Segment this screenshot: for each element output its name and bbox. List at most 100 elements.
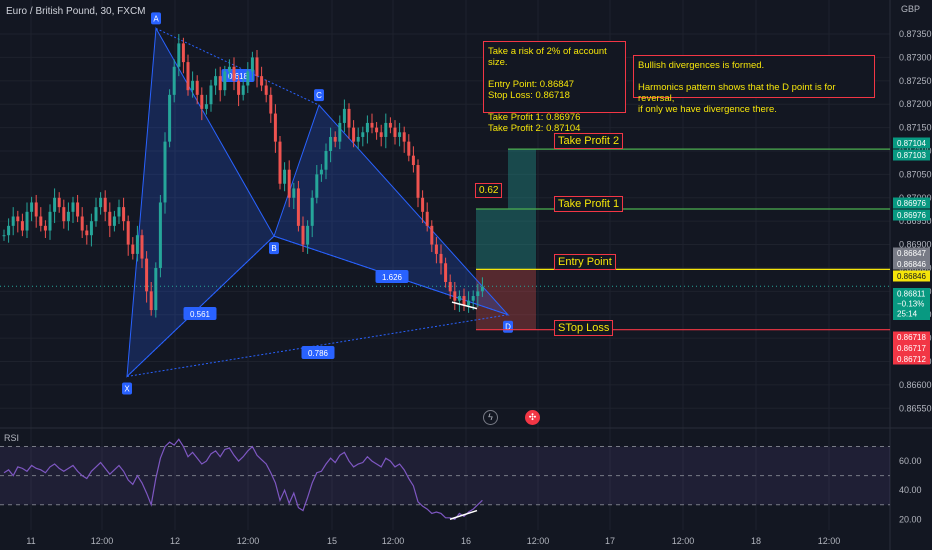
- candle-body: [434, 244, 438, 254]
- candle-body: [57, 197, 61, 208]
- candle-body: [347, 108, 351, 128]
- rsi-tick-label: 20.00: [899, 514, 922, 524]
- time-tick-label: 12:00: [237, 536, 260, 546]
- candle-body: [85, 230, 89, 236]
- price-badge-text: 0.86846: [897, 260, 926, 269]
- risk-note[interactable]: Take a risk of 2% of account size. Entry…: [483, 41, 626, 134]
- candle-body: [292, 188, 296, 198]
- price-badge-text: 0.86976: [897, 211, 926, 220]
- candle-body: [246, 71, 250, 86]
- price-tick-label: 0.87350: [899, 29, 932, 39]
- time-axis[interactable]: 11 12:00 12 12:00 15 12:00 16 12:00 17 12:00 18 12:…: [26, 536, 840, 546]
- price-badge-text: 0.86718: [897, 333, 926, 342]
- candle-body: [200, 94, 204, 109]
- candle-body: [338, 122, 342, 142]
- time-tick-label: 12:00: [91, 536, 114, 546]
- candle-body: [430, 225, 434, 245]
- pattern-point-label: A: [153, 14, 159, 23]
- price-tick-label: 0.87200: [899, 99, 932, 109]
- candle-body: [319, 169, 323, 175]
- candle-body: [108, 211, 112, 226]
- candle-body: [255, 57, 259, 77]
- candle-body: [195, 80, 199, 95]
- candle-body: [11, 216, 15, 226]
- flag-icon[interactable]: ✣: [525, 410, 540, 425]
- candle-body: [168, 94, 172, 142]
- candle-body: [25, 211, 29, 231]
- candle-body: [53, 197, 57, 212]
- candle-body: [177, 43, 181, 67]
- candle-body: [310, 197, 314, 226]
- candle-body: [370, 122, 374, 128]
- lightning-icon[interactable]: ϟ: [483, 410, 498, 425]
- candle-body: [80, 216, 84, 231]
- candle-body: [7, 225, 11, 236]
- candle-body: [352, 127, 356, 142]
- candle-body: [154, 267, 158, 311]
- price-badge-text: −0.13%: [897, 300, 924, 309]
- price-tick-label: 0.87300: [899, 52, 932, 62]
- candle-body: [163, 141, 167, 203]
- candle-body: [444, 263, 448, 282]
- pattern-point-label: B: [271, 244, 276, 253]
- candle-body: [158, 202, 162, 268]
- candle-body: [2, 235, 6, 237]
- stop-loss-label[interactable]: STop Loss: [554, 320, 614, 336]
- candle-body: [356, 136, 360, 142]
- candle-body: [471, 296, 475, 301]
- candle-body: [145, 258, 149, 292]
- candle-body: [112, 216, 116, 226]
- price-badge-text: 0.86712: [897, 355, 926, 364]
- candle-body: [223, 71, 227, 91]
- time-tick-label: 12:00: [382, 536, 405, 546]
- candle-body: [287, 169, 291, 198]
- candle-body: [204, 104, 208, 109]
- candle-body: [467, 300, 471, 306]
- candle-body: [62, 207, 66, 222]
- ratio-label[interactable]: 0.62: [475, 183, 503, 198]
- candle-body: [421, 197, 425, 212]
- time-tick-label: 12:00: [672, 536, 695, 546]
- price-tick-label: 0.87050: [899, 169, 932, 179]
- candle-body: [425, 211, 429, 226]
- candle-body: [260, 76, 264, 86]
- divergence-note[interactable]: Bullish divergences is formed. Harmonics…: [633, 55, 875, 115]
- price-badge-text: 0.86847: [897, 249, 926, 258]
- pattern-xd: [126, 314, 509, 377]
- candle-body: [43, 225, 47, 231]
- candle-body: [232, 66, 236, 81]
- candle-body: [462, 296, 466, 306]
- currency-label: GBP: [901, 4, 921, 14]
- symbol-title[interactable]: Euro / British Pound, 30, FXCM: [6, 6, 146, 17]
- candle-body: [172, 66, 176, 95]
- candle-body: [227, 66, 231, 72]
- candle-body: [411, 155, 415, 166]
- candle-body: [365, 122, 369, 133]
- profit-zone-1: [476, 209, 508, 270]
- candle-body: [126, 221, 130, 245]
- price-tick-label: 0.86550: [899, 403, 932, 413]
- candle-body: [48, 211, 52, 231]
- candle-body: [448, 281, 452, 292]
- candle-body: [407, 141, 411, 156]
- candle-body: [214, 76, 218, 86]
- candle-body: [384, 122, 388, 137]
- candle-body: [329, 136, 333, 151]
- rsi-indicator-label[interactable]: RSI: [4, 433, 19, 443]
- take-profit-1-label[interactable]: Take Profit 1: [554, 196, 624, 212]
- candle-body: [250, 57, 254, 72]
- candle-body: [241, 85, 245, 95]
- candle-body: [324, 150, 328, 170]
- candle-body: [39, 216, 43, 226]
- candle-body: [103, 197, 107, 212]
- candle-body: [218, 76, 222, 91]
- price-tick-label: 0.87150: [899, 123, 932, 133]
- price-tick-label: 0.86600: [899, 380, 932, 390]
- candle-body: [76, 202, 80, 217]
- entry-point-label[interactable]: Entry Point: [554, 254, 616, 270]
- take-profit-2-label[interactable]: Take Profit 2: [554, 133, 624, 149]
- price-tick-label: 0.87250: [899, 76, 932, 86]
- ratio-label: 0.561: [190, 310, 211, 319]
- price-badge-text: 0.86846: [897, 272, 926, 281]
- candle-body: [20, 221, 24, 231]
